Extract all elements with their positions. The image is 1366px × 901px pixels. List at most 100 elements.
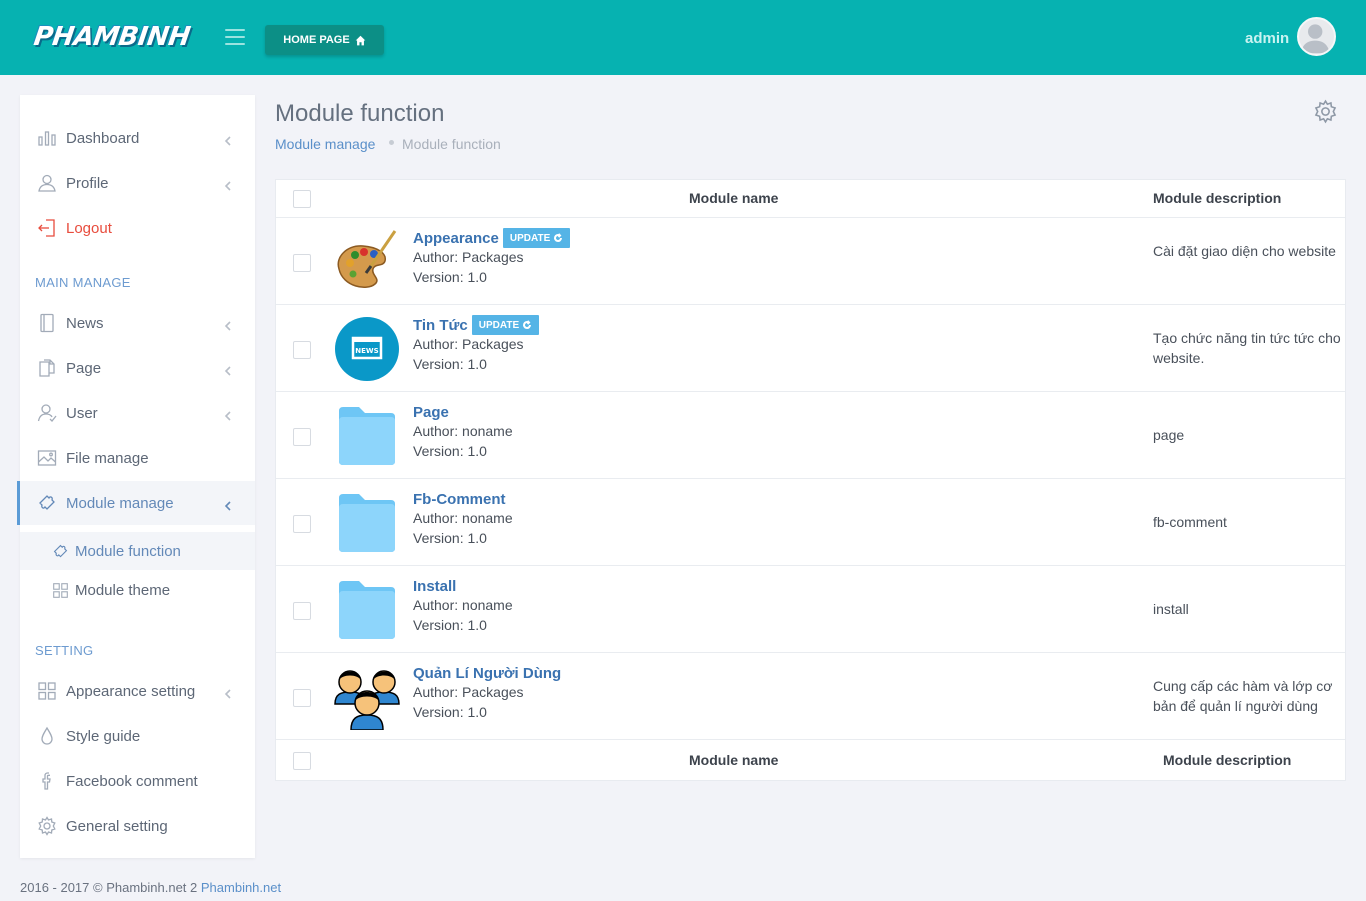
notebook-icon xyxy=(37,313,57,333)
grid-icon xyxy=(37,681,57,701)
row-checkbox[interactable] xyxy=(293,515,311,533)
news-icon: NEWS xyxy=(335,317,399,381)
svg-text:NEWS: NEWS xyxy=(355,347,378,355)
module-name-link[interactable]: Appearance xyxy=(413,230,499,247)
update-label: UPDATE xyxy=(509,232,551,244)
sidebar-item-style-guide[interactable]: Style guide xyxy=(20,714,255,758)
row-checkbox[interactable] xyxy=(293,602,311,620)
module-description: Tạo chức năng tin tức tức cho website. xyxy=(1153,330,1341,366)
table-row: Install Author: noname Version: 1.0 inst… xyxy=(276,566,1345,653)
sidebar-subitem-module-function[interactable]: Module function xyxy=(20,532,255,570)
update-button[interactable]: UPDATE xyxy=(471,315,540,335)
top-navbar: PHAMBINH HOME PAGE admin xyxy=(0,0,1366,75)
breadcrumb-parent[interactable]: Module manage xyxy=(275,136,375,152)
chevron-left-icon xyxy=(223,498,233,511)
sidebar-item-label: Logout xyxy=(66,219,112,237)
palette-icon xyxy=(337,230,397,288)
sidebar-subitem-module-theme[interactable]: Module theme xyxy=(20,571,255,609)
module-description: fb-comment xyxy=(1153,514,1227,530)
update-label: UPDATE xyxy=(478,319,520,331)
users-icon xyxy=(37,403,57,423)
sidebar-item-label: General setting xyxy=(66,817,168,835)
sidebar-item-page[interactable]: Page xyxy=(20,346,255,390)
module-version: Version: 1.0 xyxy=(413,617,487,633)
module-name-link[interactable]: Fb-Comment xyxy=(413,491,506,508)
module-author: Author: noname xyxy=(413,423,513,439)
sidebar-item-file-manage[interactable]: File manage xyxy=(20,436,255,480)
settings-gear-icon[interactable] xyxy=(1313,99,1338,124)
sidebar-item-label: Dashboard xyxy=(66,129,140,147)
home-page-button[interactable]: HOME PAGE xyxy=(265,25,384,55)
sidebar-item-label: Facebook comment xyxy=(66,772,198,790)
module-author: Author: noname xyxy=(413,597,513,613)
module-description: Cài đặt giao diện cho website xyxy=(1153,243,1336,259)
sidebar-item-appearance-setting[interactable]: Appearance setting xyxy=(20,669,255,713)
sidebar-item-user[interactable]: User xyxy=(20,391,255,435)
facebook-icon xyxy=(37,771,57,791)
page-title: Module function xyxy=(275,100,445,127)
select-all-checkbox[interactable] xyxy=(293,190,311,208)
select-all-checkbox-bottom[interactable] xyxy=(293,752,311,770)
avatar[interactable] xyxy=(1297,17,1336,56)
puzzle-icon xyxy=(37,493,57,513)
sidebar-item-profile[interactable]: Profile xyxy=(20,161,255,205)
chevron-left-icon xyxy=(223,686,233,699)
pages-icon xyxy=(37,358,57,378)
sidebar-item-label: Style guide xyxy=(66,727,141,745)
gear-icon xyxy=(37,816,57,836)
sidebar-item-facebook-comment[interactable]: Facebook comment xyxy=(20,759,255,803)
chevron-left-icon xyxy=(223,318,233,331)
row-checkbox[interactable] xyxy=(293,428,311,446)
refresh-icon xyxy=(554,233,563,242)
sidebar-item-general-setting[interactable]: General setting xyxy=(20,804,255,848)
row-checkbox[interactable] xyxy=(293,341,311,359)
sidebar-item-module-manage[interactable]: Module manage xyxy=(17,481,255,525)
module-author: Author: Packages xyxy=(413,249,524,265)
logo[interactable]: PHAMBINH xyxy=(32,22,192,52)
module-description: Cung cấp các hàm và lớp cơ bản để quản l… xyxy=(1153,678,1333,714)
row-checkbox[interactable] xyxy=(293,254,311,272)
module-name-link[interactable]: Install xyxy=(413,578,456,595)
module-author: Author: Packages xyxy=(413,684,524,700)
module-name-link[interactable]: Quản Lí Người Dùng xyxy=(413,665,561,682)
grid-icon xyxy=(52,582,69,599)
menu-toggle-icon[interactable] xyxy=(225,29,245,45)
folder-icon xyxy=(339,407,395,465)
sidebar: Dashboard Profile Logout MAIN MANAGE New… xyxy=(17,95,255,858)
sidebar-item-label: File manage xyxy=(66,449,149,467)
sidebar-item-dashboard[interactable]: Dashboard xyxy=(20,116,255,160)
table-row: NEWS Tin Tức UPDATE Author: Packages Ver… xyxy=(276,305,1345,392)
update-button[interactable]: UPDATE xyxy=(502,228,571,248)
column-footer-name: Module name xyxy=(689,752,779,768)
row-checkbox[interactable] xyxy=(293,689,311,707)
module-author: Author: noname xyxy=(413,510,513,526)
drop-icon xyxy=(37,726,57,746)
column-header-name: Module name xyxy=(689,190,779,206)
logout-icon xyxy=(37,218,57,238)
section-title-main-manage: MAIN MANAGE xyxy=(35,275,131,290)
breadcrumb-separator xyxy=(389,140,394,145)
column-header-description: Module description xyxy=(1153,190,1282,206)
image-icon xyxy=(37,448,57,468)
module-description: page xyxy=(1153,427,1185,443)
user-icon xyxy=(37,173,57,193)
user-name[interactable]: admin xyxy=(1245,30,1289,47)
section-title-setting: SETTING xyxy=(35,643,94,658)
table-row: Quản Lí Người Dùng Author: Packages Vers… xyxy=(276,653,1345,740)
table-row: Fb-Comment Author: noname Version: 1.0 f… xyxy=(276,479,1345,566)
page-footer: 2016 - 2017 © Phambinh.net 2 Phambinh.ne… xyxy=(20,880,281,895)
table-header: Module name Module description xyxy=(276,180,1345,218)
sidebar-item-news[interactable]: News xyxy=(20,301,255,345)
column-footer-description: Module description xyxy=(1163,752,1292,768)
footer-link[interactable]: Phambinh.net xyxy=(201,880,281,895)
home-page-label: HOME PAGE xyxy=(283,34,350,46)
users-group-icon xyxy=(334,670,400,730)
sidebar-item-logout[interactable]: Logout xyxy=(20,206,255,250)
chevron-left-icon xyxy=(223,178,233,191)
sidebar-item-label: User xyxy=(66,404,98,422)
module-name-link[interactable]: Tin Tức xyxy=(413,317,468,334)
sidebar-subitem-label: Module theme xyxy=(75,581,171,599)
footer-text: 2016 - 2017 © Phambinh.net 2 xyxy=(20,880,201,895)
module-name-link[interactable]: Page xyxy=(413,404,449,421)
module-version: Version: 1.0 xyxy=(413,443,487,459)
